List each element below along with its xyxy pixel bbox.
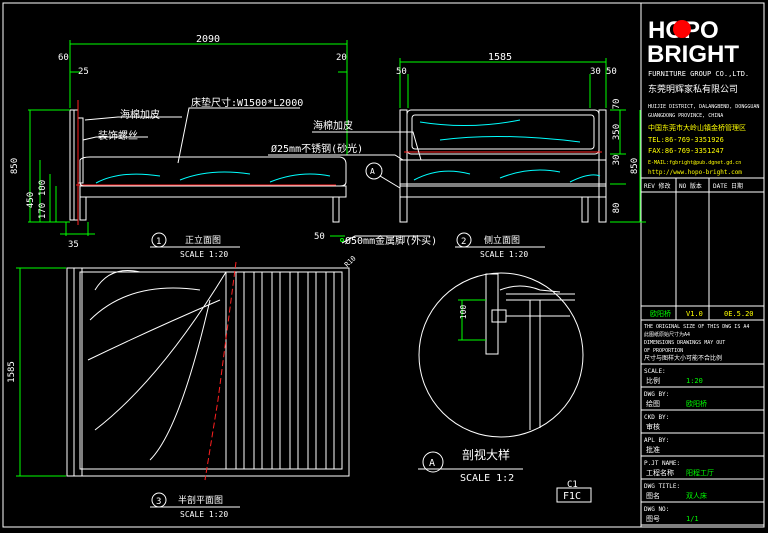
label-sponge-side: 海棉加皮 bbox=[313, 119, 353, 132]
addr-2: GUANGDONG PROVINCE, CHINA bbox=[648, 113, 723, 119]
tb-row-label-en: DWG TITLE: bbox=[644, 483, 680, 490]
tel: TEL:86-769-3351926 bbox=[648, 136, 724, 144]
dim-35: 35 bbox=[68, 240, 79, 250]
label-metal-foot: Ø50mm金属脚(外买) bbox=[345, 234, 437, 247]
rev-head-rev: REV 修改 bbox=[644, 182, 670, 190]
website: http://www.hopo-bright.com bbox=[648, 169, 742, 176]
notice-2: 此图纸原始尺寸为A4 bbox=[644, 331, 690, 338]
caption-1-name: 正立面图 bbox=[185, 234, 221, 246]
tb-row-label-en: DWG BY: bbox=[644, 391, 669, 398]
dim-450: 450 bbox=[26, 192, 36, 208]
dim-30: 30 bbox=[590, 67, 601, 77]
tb-row-value: 欧阳桥 bbox=[686, 399, 707, 408]
label-steel-tube: Ø25mm不锈钢(砂光) bbox=[271, 142, 363, 155]
tb-row-label-cn: 比例 bbox=[646, 376, 660, 385]
caption-1-number: 1 bbox=[156, 237, 161, 247]
rev-version: V1.0 bbox=[686, 310, 703, 318]
logo-bottom: BRIGHT bbox=[647, 41, 739, 68]
tb-row-value: 1:20 bbox=[686, 377, 703, 385]
rev-head-no: NO 版本 bbox=[679, 182, 702, 190]
tb-row-label-en: APL BY: bbox=[644, 437, 669, 444]
tb-row-label-cn: 批准 bbox=[646, 445, 660, 454]
tb-row-label-en: P.JT NAME: bbox=[644, 460, 680, 467]
tb-row-label-cn: 图号 bbox=[646, 515, 660, 523]
title-block-rows: SCALE:比例 1:20 DWG BY:绘图 欧阳桥 CKD BY:审核 APL BY:… bbox=[641, 368, 764, 526]
caption-view-2: 2 侧立面图 SCALE 1:20 bbox=[455, 232, 545, 259]
notice-3: DIMENSIONS DRAWINGS MAY OUT bbox=[644, 340, 725, 346]
tb-row-label-cn: 绘图 bbox=[646, 399, 660, 408]
detail-section-a: 100 A 剖视大样 SCALE 1:2 bbox=[418, 272, 584, 484]
tb-row-label-cn: 工程名称 bbox=[646, 468, 674, 477]
dim-r10: R10 bbox=[343, 254, 358, 269]
detail-scale: SCALE 1:2 bbox=[460, 473, 514, 484]
dim-80: 80 bbox=[612, 203, 622, 214]
caption-2-number: 2 bbox=[461, 237, 466, 247]
tb-row-label-cn: 图名 bbox=[646, 491, 660, 500]
caption-1-scale: SCALE 1:20 bbox=[180, 250, 228, 259]
tb-row-label-en: SCALE: bbox=[644, 368, 666, 375]
addr-3: 中国东莞市大岭山镇金桥管理区 bbox=[648, 123, 746, 132]
title-block: HOPO BRIGHT FURNITURE GROUP CO.,LTD. 东莞明… bbox=[641, 17, 764, 526]
dim-100: 100 bbox=[38, 180, 48, 196]
tb-row-label-en: DWG NO: bbox=[644, 506, 669, 513]
dim-60: 60 bbox=[58, 53, 69, 63]
dim-50c: 50 bbox=[314, 232, 325, 242]
dim-170: 170 bbox=[38, 203, 48, 219]
dim-20: 20 bbox=[336, 53, 347, 63]
dim-50b: 50 bbox=[606, 67, 617, 77]
tb-row-value: 阳程工厅 bbox=[686, 468, 714, 477]
company-en: FURNITURE GROUP CO.,LTD. bbox=[648, 70, 749, 78]
caption-2-scale: SCALE 1:20 bbox=[480, 250, 528, 259]
tb-row-label-en: CKD BY: bbox=[644, 414, 669, 421]
dim-850: 850 bbox=[10, 158, 20, 174]
rev-date: 0E.5.20 bbox=[724, 310, 754, 318]
dim-50a: 50 bbox=[396, 67, 407, 77]
dim-70: 70 bbox=[612, 99, 622, 110]
caption-3-scale: SCALE 1:20 bbox=[180, 510, 228, 519]
caption-view-1: 1 正立面图 SCALE 1:20 bbox=[150, 232, 240, 259]
notice-4: OF PROPORTION bbox=[644, 348, 683, 354]
half-section-plan: 1585 R10 bbox=[7, 254, 358, 481]
notice-1: THE ORIGINAL SIZE OF THIS DWG IS A4 bbox=[644, 324, 749, 330]
dim-total-length: 2090 bbox=[196, 34, 220, 45]
caption-2-name: 侧立面图 bbox=[484, 234, 520, 246]
company-cn: 东莞明辉家私有限公司 bbox=[648, 83, 738, 95]
rev-head-date: DATE 日期 bbox=[713, 182, 743, 190]
label-mattress-size: 床垫尺寸:W1500*L2000 bbox=[191, 96, 303, 109]
dim-350: 350 bbox=[612, 124, 622, 140]
dim-detail-100: 100 bbox=[459, 305, 468, 320]
detail-marker-a: A bbox=[370, 167, 375, 176]
dim-25: 25 bbox=[78, 67, 89, 77]
dim-850-right: 850 bbox=[630, 158, 640, 174]
tb-row-value: 双人床 bbox=[686, 491, 707, 500]
tb-row-label-cn: 审核 bbox=[646, 422, 660, 431]
detail-name: 剖视大样 bbox=[462, 447, 510, 462]
detail-letter: A bbox=[429, 458, 435, 469]
dim-width: 1585 bbox=[488, 52, 512, 63]
dim-30-right: 30 bbox=[612, 155, 622, 166]
tb-row-value: 1/1 bbox=[686, 515, 699, 523]
logo-dot-icon bbox=[673, 20, 691, 38]
rev-by: 欧阳桥 bbox=[650, 309, 671, 318]
label-sponge: 海棉加皮 bbox=[120, 108, 160, 121]
front-elevation: 2090 60 25 20 海棉加皮 装饰螺丝 床垫尺寸:W1500*L2000… bbox=[10, 34, 437, 250]
dim-plan-1585: 1585 bbox=[7, 361, 17, 383]
drawing-code: C1 F1C bbox=[556, 480, 592, 503]
caption-3-name: 半剖平面图 bbox=[178, 494, 223, 506]
addr-1: HUIJIE DISTRICT, DALANGBEND, DONGGUAN bbox=[648, 104, 759, 110]
caption-view-3: 3 半剖平面图 SCALE 1:20 bbox=[150, 492, 240, 519]
fax: FAX:86-769-3351247 bbox=[648, 147, 724, 155]
notice-5: 尺寸与图样大小可能不合比例 bbox=[644, 354, 722, 362]
cad-drawing: 2090 60 25 20 海棉加皮 装饰螺丝 床垫尺寸:W1500*L2000… bbox=[2, 2, 765, 528]
email: E-MAIL:fgbright@pub.dgnet.gd.cn bbox=[648, 160, 741, 166]
caption-3-number: 3 bbox=[156, 497, 161, 507]
code-box: F1C bbox=[563, 491, 581, 502]
label-decor-screw: 装饰螺丝 bbox=[98, 129, 138, 142]
